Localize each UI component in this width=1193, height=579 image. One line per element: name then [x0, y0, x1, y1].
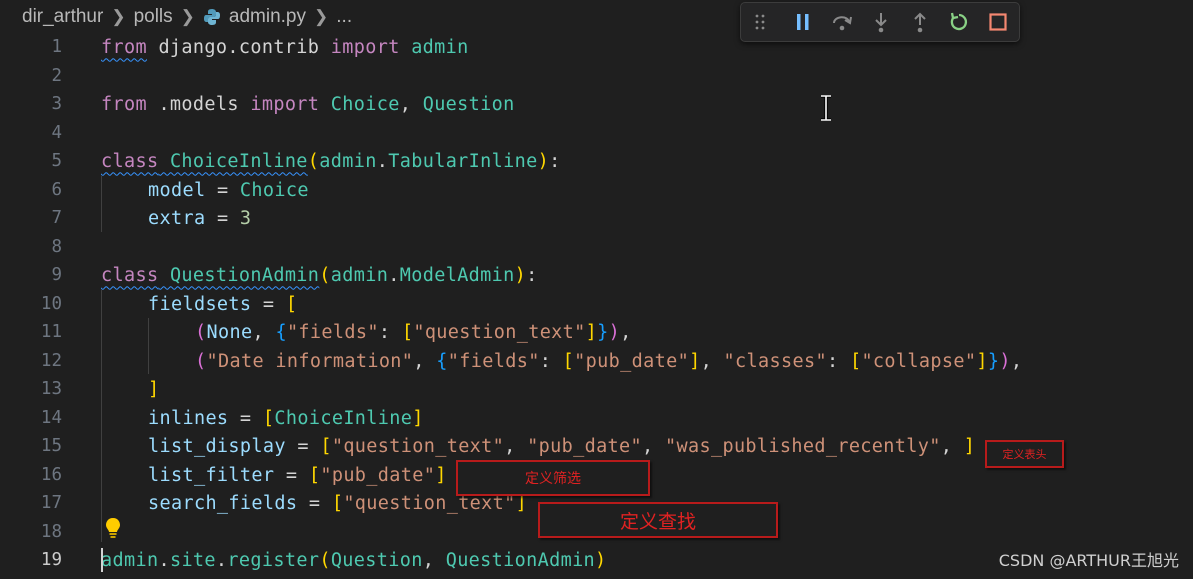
- stop-icon: [988, 13, 1007, 31]
- annotation-search-text: 定义查找: [619, 510, 696, 533]
- lightbulb-icon[interactable]: [104, 517, 122, 539]
- code-text: class QuestionAdmin(admin.ModelAdmin):: [101, 264, 538, 286]
- line-number: 13: [40, 379, 62, 399]
- code-line: 2: [0, 62, 1193, 90]
- code-line: 13 ]: [0, 375, 1193, 403]
- annotation-filter-box: 定义筛选: [456, 460, 650, 496]
- line-number: 9: [51, 265, 62, 285]
- breadcrumb: dir_arthur ❯ polls ❯ admin.py ❯ ...: [0, 0, 762, 34]
- code-line: 7 extra = 3: [0, 204, 1193, 232]
- annotation-display-box: 定义表头: [985, 440, 1064, 468]
- line-number: 2: [51, 66, 62, 86]
- text-cursor: [101, 548, 103, 572]
- line-number: 1: [51, 37, 62, 57]
- ibeam-cursor-icon: [821, 95, 831, 121]
- line-number: 18: [40, 522, 62, 542]
- code-text: from django.contrib import admin: [101, 36, 469, 58]
- code-line: 3 from .models import Choice, Question: [0, 90, 1193, 118]
- annotation-display-text: 定义表头: [1002, 448, 1047, 461]
- step-out-icon: [913, 12, 926, 33]
- chevron-right-icon: ❯: [314, 7, 329, 26]
- line-number: 16: [40, 465, 62, 485]
- breadcrumb-more[interactable]: ...: [336, 6, 352, 28]
- code-line: 9 class QuestionAdmin(admin.ModelAdmin):: [0, 261, 1193, 289]
- code-line: 5 class ChoiceInline(admin.TabularInline…: [0, 147, 1193, 175]
- line-number: 19: [40, 550, 62, 570]
- annotation-filter-text: 定义筛选: [525, 471, 581, 487]
- code-line: 10 fieldsets = [: [0, 290, 1193, 318]
- line-number: 3: [51, 94, 62, 114]
- line-number: 12: [40, 351, 62, 371]
- code-text: extra = 3: [148, 207, 252, 229]
- breadcrumb-file[interactable]: admin.py: [229, 6, 306, 28]
- code-line: 1 from django.contrib import admin: [0, 33, 1193, 61]
- code-text: from .models import Choice, Question: [101, 93, 515, 115]
- python-icon: [203, 8, 221, 26]
- breadcrumb-subfolder[interactable]: polls: [134, 6, 173, 28]
- step-over-icon: [832, 16, 852, 31]
- code-line: 11 (None, {"fields": ["question_text"]})…: [0, 318, 1193, 346]
- code-line: 6 model = Choice: [0, 176, 1193, 204]
- line-number: 15: [40, 436, 62, 456]
- code-text: admin.site.register(Question, QuestionAd…: [101, 549, 607, 571]
- line-number: 7: [51, 208, 62, 228]
- code-line: 8: [0, 233, 1193, 261]
- code-text: list_display = ["question_text", "pub_da…: [148, 435, 976, 457]
- code-line: 4: [0, 119, 1193, 147]
- breadcrumb-folder[interactable]: dir_arthur: [22, 6, 103, 28]
- line-number: 10: [40, 294, 62, 314]
- line-number: 11: [40, 322, 62, 342]
- code-text: (None, {"fields": ["question_text"]}),: [195, 321, 632, 343]
- code-line: 12 ("Date information", {"fields": ["pub…: [0, 347, 1193, 375]
- line-number: 17: [40, 493, 62, 513]
- line-number: 8: [51, 237, 62, 257]
- line-number: 6: [51, 180, 62, 200]
- code-line: 14 inlines = [ChoiceInline]: [0, 404, 1193, 432]
- code-text: inlines = [ChoiceInline]: [148, 407, 424, 429]
- chevron-right-icon: ❯: [180, 7, 195, 26]
- restart-icon: [950, 12, 967, 31]
- chevron-right-icon: ❯: [111, 7, 126, 26]
- code-text: class ChoiceInline(admin.TabularInline):: [101, 150, 561, 172]
- code-text: fieldsets = [: [148, 293, 298, 315]
- code-text: list_filter = ["pub_date"]: [148, 464, 447, 486]
- code-text: ("Date information", {"fields": ["pub_da…: [195, 350, 1023, 372]
- line-number: 4: [51, 123, 62, 143]
- pause-icon: [796, 14, 808, 30]
- step-into-icon: [874, 13, 887, 33]
- code-text: ]: [148, 378, 160, 400]
- line-number: 5: [51, 151, 62, 171]
- code-text: model = Choice: [148, 179, 309, 201]
- watermark: CSDN @ARTHUR王旭光: [998, 551, 1179, 570]
- annotation-search-box: 定义查找: [538, 502, 778, 538]
- line-number: 14: [40, 408, 62, 428]
